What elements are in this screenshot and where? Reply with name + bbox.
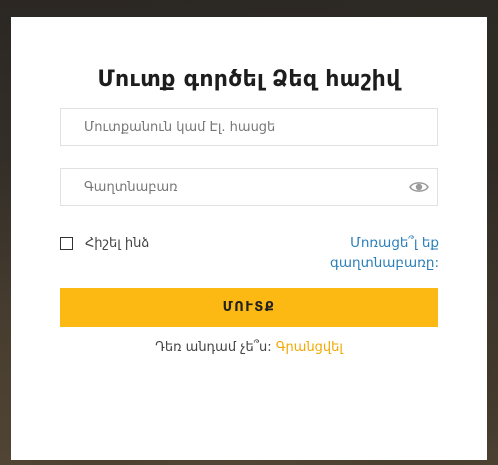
username-field[interactable] <box>60 108 438 146</box>
forgot-line-1: Մոռացե՞լ եք <box>350 235 439 251</box>
remember-me[interactable]: Հիշել ինձ <box>60 236 149 251</box>
password-field[interactable] <box>60 168 438 206</box>
login-modal: Մուտք գործել Ձեզ հաշիվ Հիշել ինձ Մոռացե՞… <box>11 17 487 460</box>
login-button[interactable]: ՄՈՒՏՔ <box>60 288 438 327</box>
signup-prompt: Դեռ անդամ չե՞ս: Գրանցվել <box>11 340 487 355</box>
remember-label: Հիշել ինձ <box>85 236 150 251</box>
no-account-text: Դեռ անդամ չե՞ս: <box>155 340 272 355</box>
username-input[interactable] <box>61 109 437 145</box>
login-title: Մուտք գործել Ձեզ հաշիվ <box>97 67 401 92</box>
eye-icon[interactable] <box>409 179 429 195</box>
forgot-line-2: գաղտնաբառը: <box>329 255 439 271</box>
remember-checkbox[interactable] <box>60 237 73 250</box>
password-input[interactable] <box>61 169 437 205</box>
forgot-password-link[interactable]: Մոռացե՞լ եք գաղտնաբառը: <box>330 233 439 273</box>
register-link[interactable]: Գրանցվել <box>276 340 343 355</box>
